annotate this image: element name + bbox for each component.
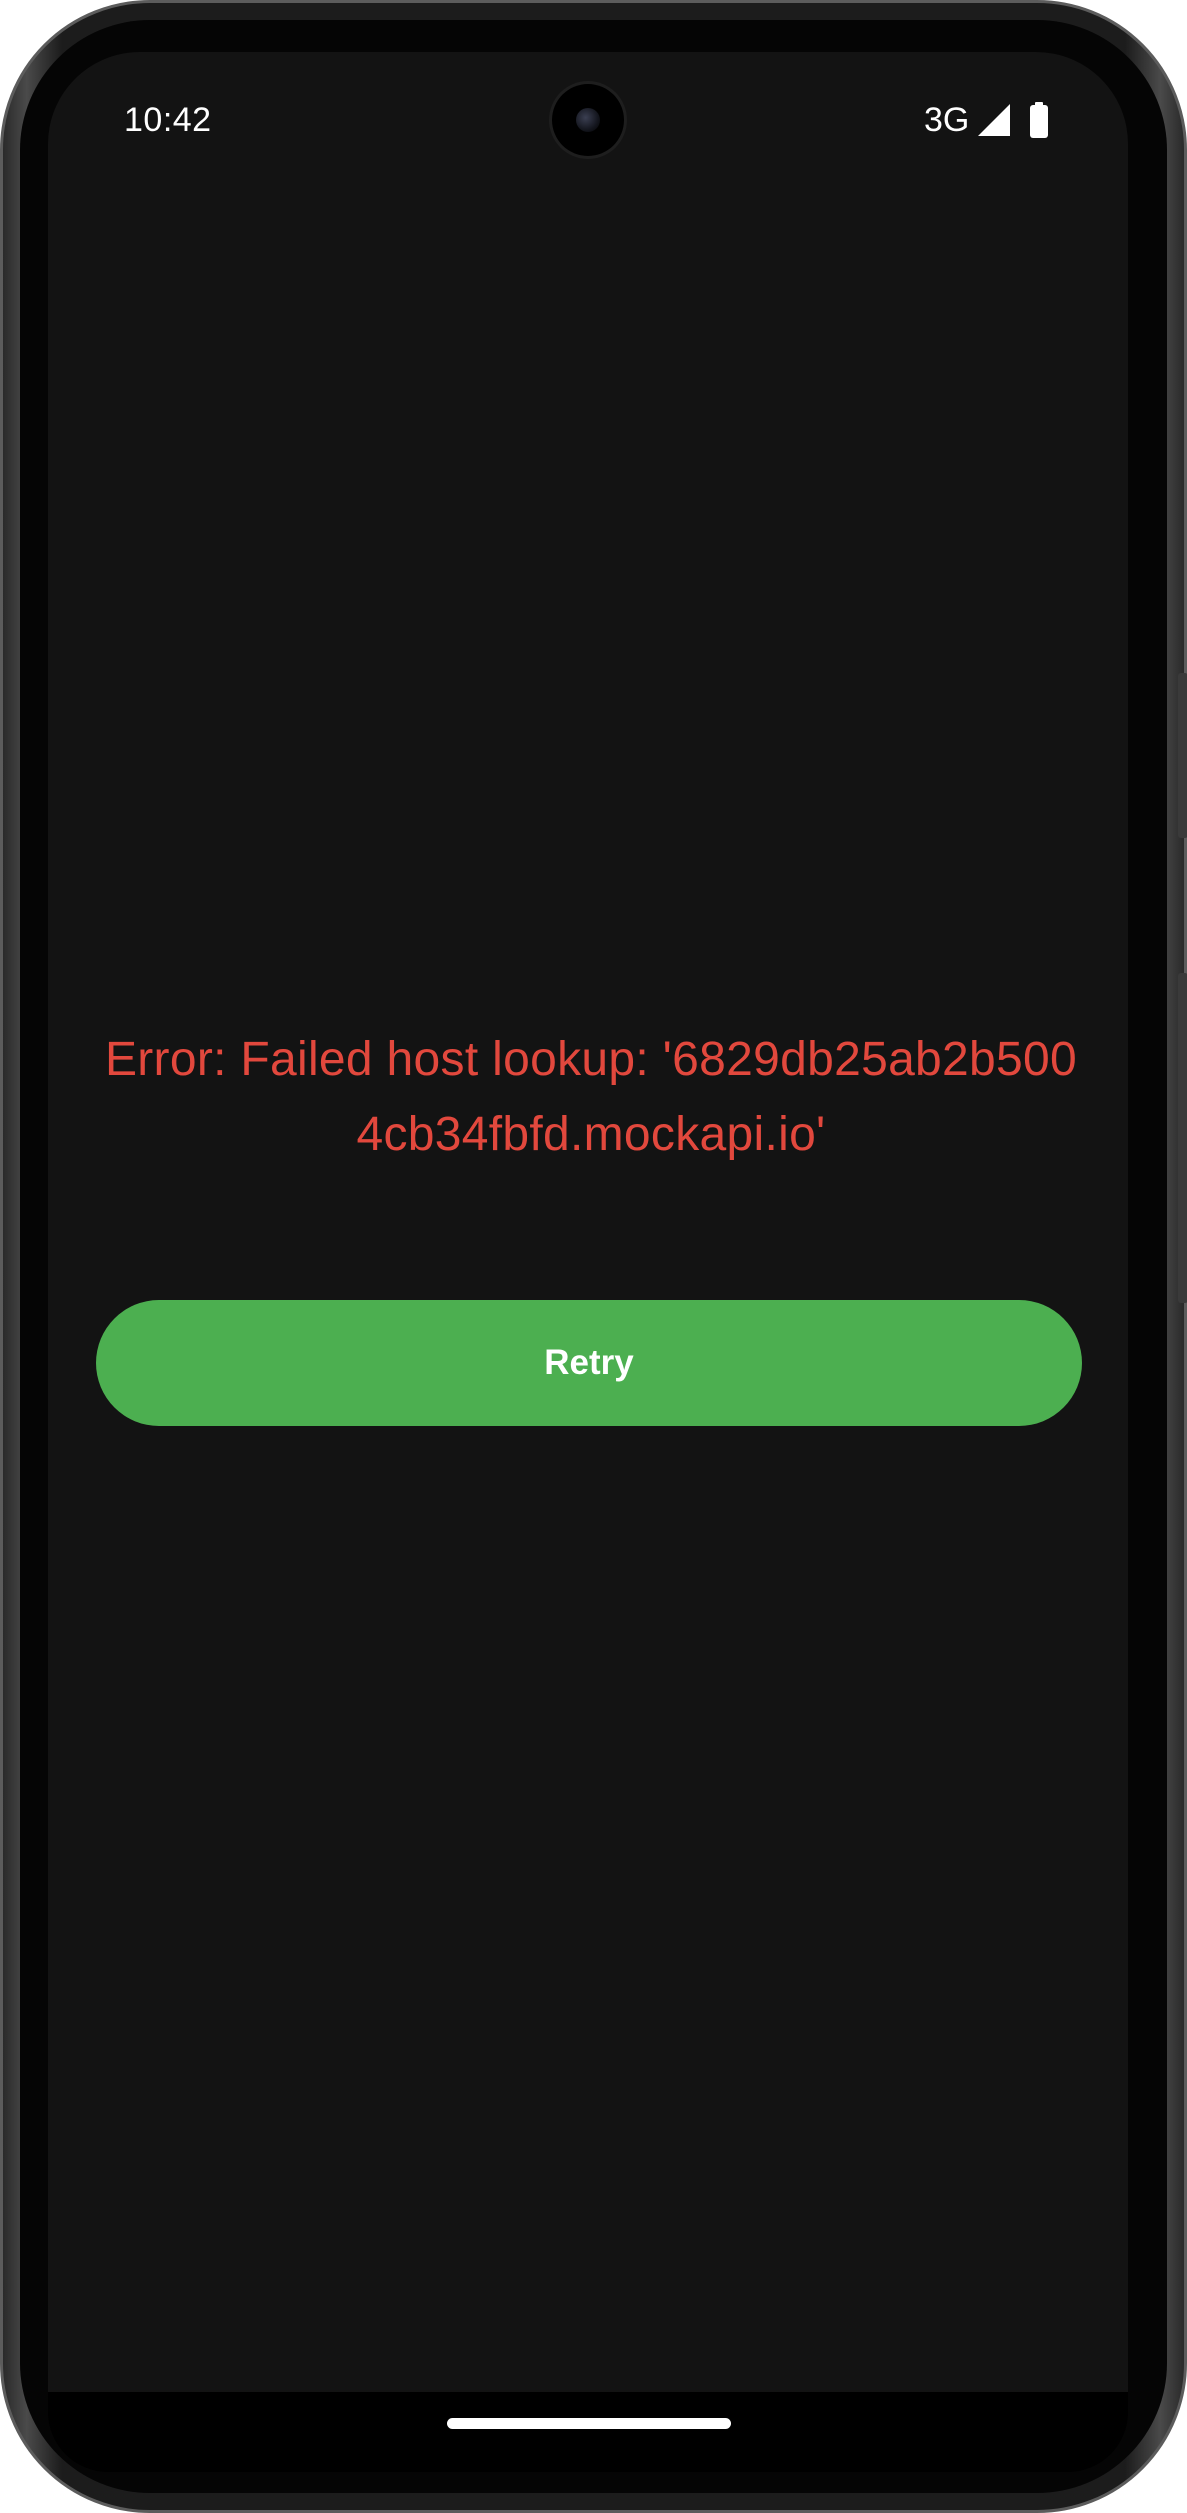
front-camera <box>552 84 624 156</box>
home-indicator[interactable] <box>447 2418 731 2429</box>
power-button <box>1178 973 1187 1303</box>
volume-button <box>1178 673 1187 838</box>
retry-button[interactable]: Retry <box>96 1300 1082 1426</box>
signal-icon <box>978 104 1011 136</box>
retry-button-label: Retry <box>544 1343 634 1382</box>
navigation-bar <box>48 2392 1128 2472</box>
app-screen <box>48 52 1128 2392</box>
network-type-label: 3G <box>924 101 970 139</box>
status-time: 10:42 <box>124 101 212 139</box>
error-message: Error: Failed host lookup: '6829db25ab2b… <box>104 1033 1078 1161</box>
status-icons: 3G <box>924 98 1049 142</box>
battery-icon <box>1030 102 1049 138</box>
